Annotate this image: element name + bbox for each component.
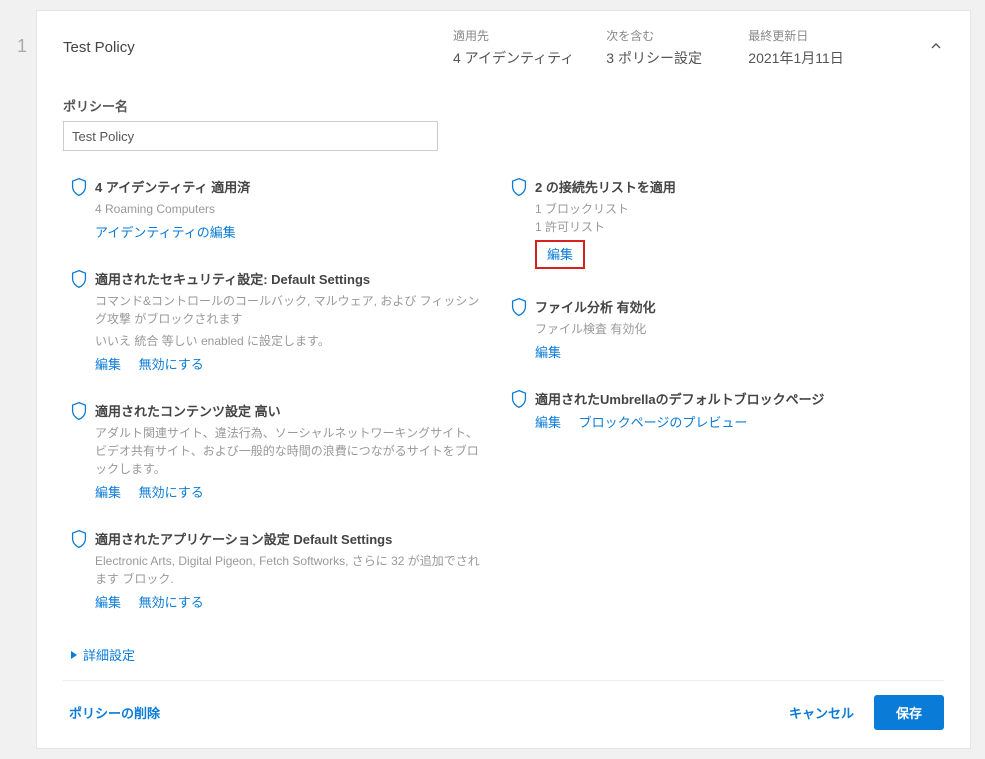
shield-icon <box>511 389 535 431</box>
destlists-desc-1: 1 ブロックリスト <box>535 200 924 218</box>
destlists-desc-2: 1 許可リスト <box>535 218 924 236</box>
delete-policy-link[interactable]: ポリシーの削除 <box>69 703 160 722</box>
chevron-up-icon <box>928 38 944 54</box>
policy-card: Test Policy 適用先 4 アイデンティティ 次を含む 3 ポリシー設定… <box>36 10 971 749</box>
caret-right-icon <box>69 650 79 660</box>
identities-desc: 4 Roaming Computers <box>95 200 483 218</box>
row-number: 1 <box>8 10 36 749</box>
shield-icon <box>71 269 95 373</box>
blockpage-preview-link[interactable]: ブロックページのプレビュー <box>579 415 748 430</box>
destlists-edit-link[interactable]: 編集 <box>547 247 573 262</box>
fileanalysis-title: ファイル分析 有効化 <box>535 297 924 316</box>
contains-value: 3 ポリシー設定 <box>606 48 716 68</box>
applied-to-label: 適用先 <box>453 27 574 44</box>
blockpage-edit-link[interactable]: 編集 <box>535 415 561 430</box>
policy-name-label: ポリシー名 <box>63 96 944 115</box>
shield-icon <box>511 177 535 269</box>
fileanalysis-desc: ファイル検査 有効化 <box>535 320 924 338</box>
card-header: Test Policy 適用先 4 アイデンティティ 次を含む 3 ポリシー設定… <box>37 11 970 96</box>
contains-label: 次を含む <box>606 27 716 44</box>
shield-icon <box>71 401 95 501</box>
content-disable-link[interactable]: 無効にする <box>139 485 204 500</box>
app-edit-link[interactable]: 編集 <box>95 595 121 610</box>
fileanalysis-edit-link[interactable]: 編集 <box>535 345 561 360</box>
collapse-toggle[interactable] <box>928 38 944 57</box>
identities-title: 4 アイデンティティ 適用済 <box>95 177 483 196</box>
app-title: 適用されたアプリケーション設定 Default Settings <box>95 529 483 548</box>
updated-label: 最終更新日 <box>748 27 858 44</box>
security-desc-2: いいえ 統合 等しい enabled に設定します。 <box>95 332 483 350</box>
security-title: 適用されたセキュリティ設定: Default Settings <box>95 269 483 288</box>
identities-edit-link[interactable]: アイデンティティの編集 <box>95 225 236 240</box>
policy-title: Test Policy <box>63 39 453 56</box>
security-edit-link[interactable]: 編集 <box>95 357 121 372</box>
content-desc: アダルト関連サイト、違法行為、ソーシャルネットワーキングサイト、ビデオ共有サイト… <box>95 424 483 478</box>
applied-to-value: 4 アイデンティティ <box>453 48 574 68</box>
blockpage-title: 適用されたUmbrellaのデフォルトブロックページ <box>535 389 924 408</box>
app-disable-link[interactable]: 無効にする <box>139 595 204 610</box>
destlists-edit-highlight: 編集 <box>535 240 585 269</box>
content-title: 適用されたコンテンツ設定 高い <box>95 401 483 420</box>
shield-icon <box>511 297 535 361</box>
advanced-toggle[interactable]: 詳細設定 <box>69 645 944 664</box>
cancel-link[interactable]: キャンセル <box>789 703 854 722</box>
policy-name-input[interactable] <box>63 121 438 151</box>
shield-icon <box>71 177 95 241</box>
shield-icon <box>71 529 95 611</box>
content-edit-link[interactable]: 編集 <box>95 485 121 500</box>
meta-group: 適用先 4 アイデンティティ 次を含む 3 ポリシー設定 最終更新日 2021年… <box>453 27 928 68</box>
security-disable-link[interactable]: 無効にする <box>139 357 204 372</box>
updated-value: 2021年1月11日 <box>748 48 858 68</box>
security-desc-1: コマンド&コントロールのコールバック, マルウェア, および フィッシング攻撃 … <box>95 292 483 328</box>
advanced-label: 詳細設定 <box>83 645 135 664</box>
destlists-title: 2 の接続先リストを適用 <box>535 177 924 196</box>
save-button[interactable]: 保存 <box>874 695 944 730</box>
app-desc: Electronic Arts, Digital Pigeon, Fetch S… <box>95 552 483 588</box>
